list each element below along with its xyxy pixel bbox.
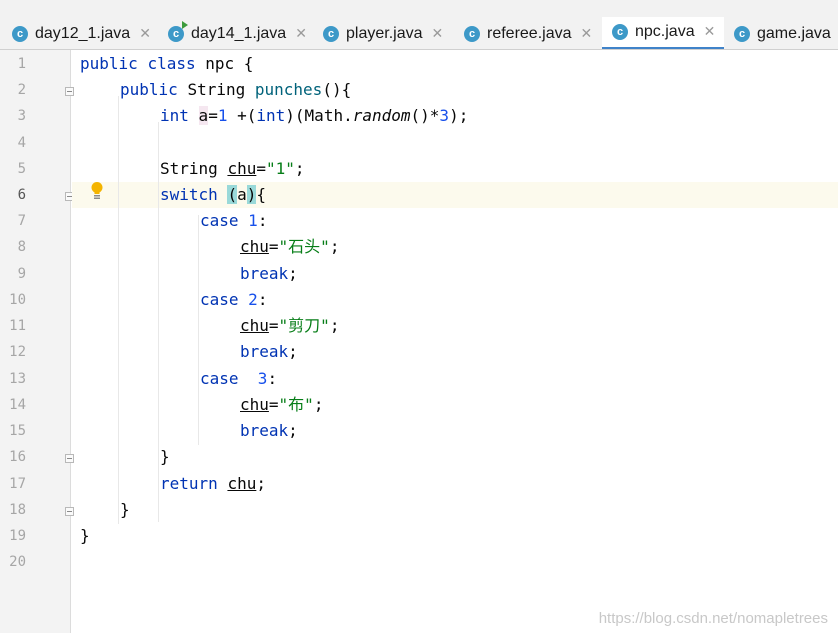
close-icon[interactable]: ✕ — [295, 26, 307, 42]
code-line: case 3: — [200, 369, 278, 388]
java-class-icon: c — [12, 25, 28, 42]
code-line: String chu="1"; — [160, 159, 305, 178]
java-class-icon: c — [323, 25, 339, 42]
line-number: 15 — [9, 423, 26, 439]
tab-npc[interactable]: c npc.java ✕ — [602, 17, 724, 49]
editor-tab-bar: c day12_1.java ✕ c day14_1.java ✕ c play… — [0, 0, 838, 50]
line-number: 20 — [9, 554, 26, 570]
code-editor: c day12_1.java ✕ c day14_1.java ✕ c play… — [0, 0, 838, 633]
tab-player[interactable]: c player.java ✕ — [323, 17, 444, 49]
java-class-icon: c — [734, 25, 750, 42]
code-line: public class npc { — [80, 54, 254, 73]
line-number-current: 6 — [17, 187, 26, 203]
line-number: 12 — [9, 344, 26, 360]
line-number: 1 — [17, 56, 26, 72]
close-icon[interactable]: ✕ — [704, 24, 716, 40]
tab-day12-1[interactable]: c day12_1.java ✕ — [12, 17, 151, 49]
line-number: 16 — [9, 449, 26, 465]
code-line: chu="石头"; — [240, 237, 340, 256]
line-number: 4 — [17, 135, 26, 151]
indent-guide — [118, 96, 119, 524]
editor-gutter: 1 2 3 4 5 6 7 8 9 10 11 12 13 14 15 16 1… — [0, 50, 74, 633]
code-line: chu="剪刀"; — [240, 316, 340, 335]
line-number: 11 — [9, 318, 26, 334]
code-line: int a=1 +(int)(Math.random()*3); — [160, 106, 469, 125]
tab-label: referee.java — [487, 24, 572, 42]
code-line: public String punches(){ — [120, 80, 352, 99]
code-area[interactable]: public class npc { public String punches… — [72, 50, 838, 633]
tab-label: npc.java — [635, 23, 695, 40]
code-line: case 1: — [200, 211, 268, 230]
code-line: case 2: — [200, 290, 268, 309]
close-icon[interactable]: ✕ — [581, 26, 593, 42]
code-line: } — [120, 500, 130, 519]
code-line: break; — [240, 264, 298, 283]
line-number: 9 — [17, 266, 26, 282]
indent-guide — [158, 122, 159, 522]
line-number: 17 — [9, 476, 26, 492]
tab-referee[interactable]: c referee.java ✕ — [464, 17, 593, 49]
java-class-icon: c — [612, 24, 628, 40]
tab-label: day12_1.java — [35, 24, 131, 42]
code-line: chu="布"; — [240, 395, 324, 414]
tab-label: player.java — [346, 24, 423, 42]
run-icon — [182, 20, 188, 29]
line-number: 5 — [17, 161, 26, 177]
line-number: 14 — [9, 397, 26, 413]
line-number: 13 — [9, 371, 26, 387]
code-line: switch (a){ — [160, 185, 266, 204]
line-number: 10 — [9, 292, 26, 308]
line-number: 18 — [9, 502, 26, 518]
code-line: return chu; — [160, 474, 266, 493]
code-line: } — [160, 447, 170, 466]
java-class-icon: c — [464, 25, 480, 42]
line-number: 8 — [17, 239, 26, 255]
close-icon[interactable]: ✕ — [432, 26, 444, 42]
code-line: } — [80, 526, 90, 545]
code-line: break; — [240, 421, 298, 440]
tab-game[interactable]: c game.java — [734, 17, 831, 49]
tab-label: day14_1.java — [191, 24, 287, 42]
line-number: 2 — [17, 82, 26, 98]
tab-day14-1[interactable]: c day14_1.java ✕ — [168, 17, 307, 49]
line-number: 7 — [17, 213, 26, 229]
java-runnable-class-icon: c — [168, 20, 188, 42]
tab-label: game.java — [757, 24, 831, 42]
watermark: https://blog.csdn.net/nomapletrees — [598, 610, 828, 627]
close-icon[interactable]: ✕ — [139, 26, 151, 42]
lightbulb-icon[interactable] — [90, 181, 104, 201]
line-number: 19 — [9, 528, 26, 544]
code-line: break; — [240, 342, 298, 361]
indent-guide — [198, 215, 199, 445]
line-number: 3 — [17, 108, 26, 124]
